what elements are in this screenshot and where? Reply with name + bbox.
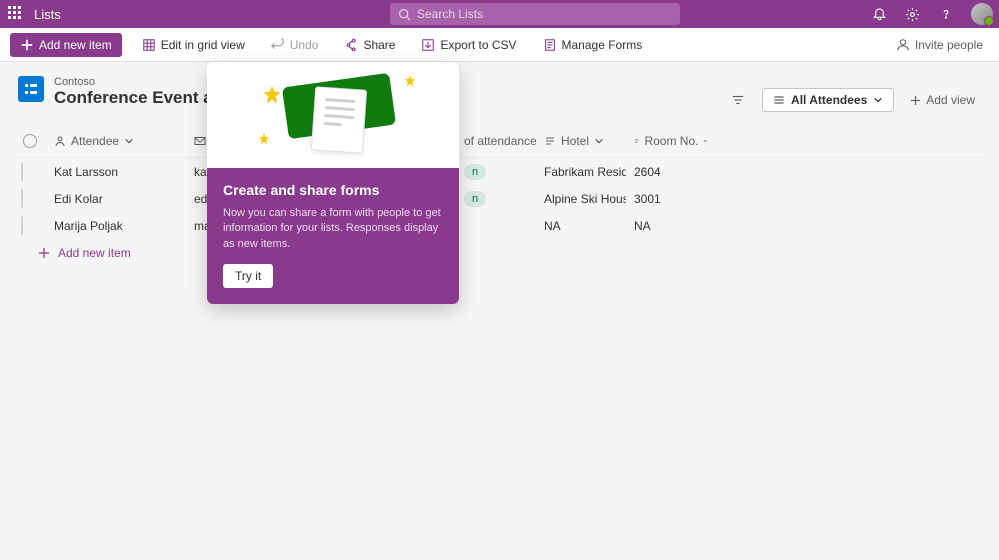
view-name: All Attendees [791, 93, 867, 107]
table-header: Attendee Ema of attendance Hotel Room No… [14, 124, 985, 158]
chevron-down-icon [594, 136, 604, 146]
person-icon [896, 38, 910, 52]
column-attendance-label: of attendance [464, 134, 536, 148]
edit-grid-label: Edit in grid view [161, 38, 245, 52]
add-new-item-label: Add new item [39, 38, 112, 52]
select-all[interactable] [14, 134, 46, 148]
column-hotel-label: Hotel [561, 134, 589, 148]
export-csv-button[interactable]: Export to CSV [415, 34, 522, 56]
callout-body: Create and share forms Now you can share… [207, 168, 459, 304]
manage-forms-button[interactable]: Manage Forms [537, 34, 649, 56]
share-icon [344, 38, 358, 52]
cell-attendee: Marija Poljak [46, 219, 186, 233]
person-icon [54, 135, 66, 147]
cell-room: 2604 [626, 165, 716, 179]
try-it-button[interactable]: Try it [223, 264, 273, 288]
filter-button[interactable] [724, 86, 752, 114]
column-room-label: Room No. [644, 134, 698, 148]
cell-hotel: NA [536, 219, 626, 233]
chevron-down-icon [703, 136, 708, 146]
callout-text: Now you can share a form with people to … [223, 206, 443, 252]
cell-room: 3001 [626, 192, 716, 206]
text-icon [544, 135, 556, 147]
undo-label: Undo [290, 38, 319, 52]
app-launcher-icon[interactable] [8, 6, 24, 22]
cell-attend-type: n [456, 164, 536, 180]
user-avatar[interactable] [971, 3, 993, 25]
column-attendee-label: Attendee [71, 134, 119, 148]
share-label: Share [363, 38, 395, 52]
help-icon[interactable] [938, 7, 953, 22]
invite-label: Invite people [915, 38, 983, 52]
search-input[interactable]: Search Lists [390, 3, 680, 25]
column-room[interactable]: Room No. [626, 134, 716, 148]
data-table: Attendee Ema of attendance Hotel Room No… [14, 124, 985, 267]
add-row-button[interactable]: Add new item [14, 239, 985, 267]
column-attendance-type[interactable]: of attendance [456, 134, 536, 148]
view-selector[interactable]: All Attendees [762, 88, 894, 112]
cell-attendee: Kat Larsson [46, 165, 186, 179]
plus-icon [20, 38, 34, 52]
plus-icon [910, 95, 921, 106]
grid-icon [142, 38, 156, 52]
add-new-item-button[interactable]: Add new item [10, 33, 122, 57]
export-csv-label: Export to CSV [440, 38, 516, 52]
callout-illustration [207, 62, 459, 168]
app-name: Lists [34, 7, 61, 22]
chevron-down-icon [873, 95, 883, 105]
cell-attendee: Edi Kolar [46, 192, 186, 206]
invite-people-button[interactable]: Invite people [890, 34, 989, 56]
table-row[interactable]: Marija Poljak marija NA NA [14, 212, 985, 239]
table-row[interactable]: Edi Kolar edi@o n Alpine Ski House 3001 [14, 185, 985, 212]
cell-hotel: Alpine Ski House [536, 192, 626, 206]
share-button[interactable]: Share [338, 34, 401, 56]
suite-bar: Lists Search Lists [0, 0, 999, 28]
command-bar: Add new item Edit in grid view Undo Shar… [0, 28, 999, 62]
edit-grid-button[interactable]: Edit in grid view [136, 34, 251, 56]
plus-icon [38, 247, 50, 259]
teaching-callout: Create and share forms Now you can share… [207, 62, 459, 304]
mail-icon [194, 135, 206, 147]
text-icon [634, 135, 639, 147]
chevron-down-icon [124, 136, 134, 146]
search-placeholder: Search Lists [417, 7, 483, 21]
column-attendee[interactable]: Attendee [46, 134, 186, 148]
export-icon [421, 38, 435, 52]
notifications-icon[interactable] [872, 7, 887, 22]
add-row-label: Add new item [58, 246, 131, 260]
search-icon [398, 8, 411, 21]
header-right: All Attendees Add view [724, 86, 981, 114]
column-hotel[interactable]: Hotel [536, 134, 626, 148]
cell-hotel: Fabrikam Residences [536, 165, 626, 179]
cell-room: NA [626, 219, 716, 233]
settings-icon[interactable] [905, 7, 920, 22]
form-icon [543, 38, 557, 52]
undo-icon [271, 38, 285, 52]
suite-right [872, 0, 993, 28]
list-icon [18, 76, 44, 102]
add-view-button[interactable]: Add view [904, 89, 981, 111]
manage-forms-label: Manage Forms [562, 38, 643, 52]
cell-attend-type: n [456, 191, 536, 207]
undo-button[interactable]: Undo [265, 34, 325, 56]
list-header: Contoso Conference Event attendees All A… [0, 62, 999, 124]
list-view-icon [773, 94, 785, 106]
add-view-label: Add view [926, 93, 975, 107]
table-row[interactable]: Kat Larsson kat@o n Fabrikam Residences … [14, 158, 985, 185]
callout-title: Create and share forms [223, 182, 443, 198]
